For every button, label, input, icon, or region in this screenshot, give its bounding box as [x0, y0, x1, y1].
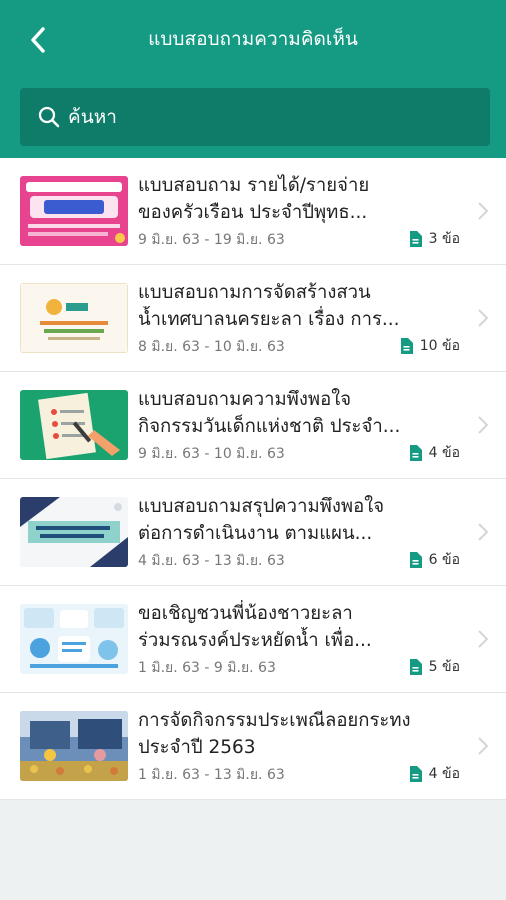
question-count: 10 ข้อ	[400, 335, 460, 357]
survey-thumbnail	[20, 604, 128, 674]
search-icon	[38, 106, 60, 128]
list-item[interactable]: แบบสอบถาม รายได้/รายจ่าย ของครัวเรือน ปร…	[0, 158, 506, 265]
search-placeholder: ค้นหา	[68, 106, 117, 128]
survey-title: แบบสอบถาม รายได้/รายจ่าย ของครัวเรือน ปร…	[138, 175, 370, 223]
list-item[interactable]: แบบสอบถามสรุปความพึงพอใจ ต่อการดำเนินงาน…	[0, 479, 506, 586]
question-count: 6 ข้อ	[409, 549, 460, 571]
survey-thumbnail	[20, 497, 128, 567]
question-count-label: 4 ข้อ	[428, 445, 460, 461]
question-count: 3 ข้อ	[409, 228, 460, 250]
search-input[interactable]: ค้นหา	[20, 88, 490, 146]
list-item[interactable]: การจัดกิจกรรมประเพณีลอยกระทง ประจำปี 256…	[0, 693, 506, 800]
question-count-label: 6 ข้อ	[428, 552, 460, 568]
question-count-label: 5 ข้อ	[428, 659, 460, 675]
chevron-right-icon	[478, 630, 489, 648]
chevron-right-icon	[478, 202, 489, 220]
document-icon	[409, 231, 422, 247]
chevron-right-icon	[478, 416, 489, 434]
survey-title: แบบสอบถามสรุปความพึงพอใจ ต่อการดำเนินงาน…	[138, 496, 385, 544]
document-icon	[409, 766, 422, 782]
question-count: 4 ข้อ	[409, 763, 460, 785]
chevron-right-icon	[478, 737, 489, 755]
document-icon	[409, 659, 422, 675]
survey-thumbnail	[20, 283, 128, 353]
question-count: 5 ข้อ	[409, 656, 460, 678]
page-title: แบบสอบถามความคิดเห็น	[148, 28, 358, 50]
survey-date-range: 9 มิ.ย. 63 - 19 มิ.ย. 63	[138, 232, 285, 248]
question-count-label: 3 ข้อ	[428, 231, 460, 247]
survey-thumbnail	[20, 711, 128, 781]
survey-title: แบบสอบถามการจัดสร้างสวน น้ำเทศบาลนครยะลา…	[138, 282, 400, 330]
survey-thumbnail	[20, 390, 128, 460]
document-icon	[409, 445, 422, 461]
survey-date-range: 4 มิ.ย. 63 - 13 มิ.ย. 63	[138, 553, 285, 569]
survey-date-range: 1 มิ.ย. 63 - 9 มิ.ย. 63	[138, 660, 276, 676]
list-item[interactable]: แบบสอบถามความพึงพอใจ กิจกรรมวันเด็กแห่งช…	[0, 372, 506, 479]
list-item[interactable]: ขอเชิญชวนพี่น้องชาวยะลา ร่วมรณรงค์ประหยั…	[0, 586, 506, 693]
survey-title: ขอเชิญชวนพี่น้องชาวยะลา ร่วมรณรงค์ประหยั…	[138, 603, 372, 651]
document-icon	[409, 552, 422, 568]
document-icon	[400, 338, 413, 354]
survey-date-range: 9 มิ.ย. 63 - 10 มิ.ย. 63	[138, 446, 285, 462]
list-item[interactable]: แบบสอบถามการจัดสร้างสวน น้ำเทศบาลนครยะลา…	[0, 265, 506, 372]
question-count-label: 10 ข้อ	[419, 338, 460, 354]
question-count: 4 ข้อ	[409, 442, 460, 464]
question-count-label: 4 ข้อ	[428, 766, 460, 782]
app-header: แบบสอบถามความคิดเห็น ค้นหา	[0, 0, 506, 158]
survey-date-range: 8 มิ.ย. 63 - 10 มิ.ย. 63	[138, 339, 285, 355]
survey-list: แบบสอบถาม รายได้/รายจ่าย ของครัวเรือน ปร…	[0, 158, 506, 800]
survey-title: แบบสอบถามความพึงพอใจ กิจกรรมวันเด็กแห่งช…	[138, 389, 401, 437]
survey-title: การจัดกิจกรรมประเพณีลอยกระทง ประจำปี 256…	[138, 710, 411, 758]
survey-thumbnail	[20, 176, 128, 246]
chevron-right-icon	[478, 309, 489, 327]
chevron-right-icon	[478, 523, 489, 541]
survey-date-range: 1 มิ.ย. 63 - 13 มิ.ย. 63	[138, 767, 285, 783]
